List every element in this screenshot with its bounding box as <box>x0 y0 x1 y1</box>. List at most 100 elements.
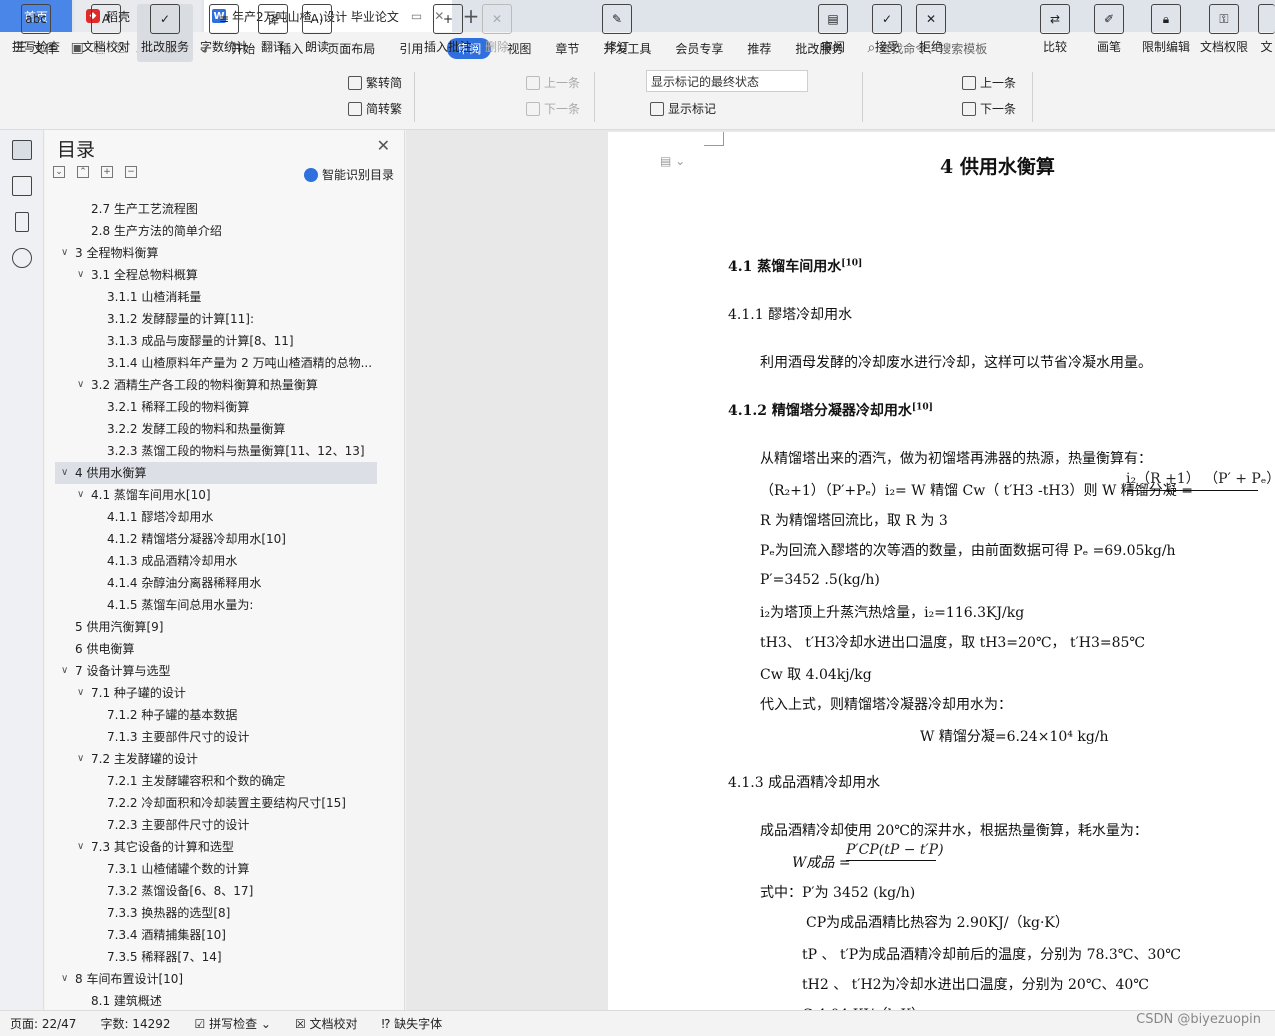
toc-item[interactable]: ∨ 7.3 其它设备的计算和选型 <box>55 836 377 858</box>
pen-button[interactable]: ✐ 画笔 <box>1094 4 1124 55</box>
menu-member[interactable]: 会员专享 <box>675 40 723 57</box>
paragraph-menu-icon[interactable]: ▤ ⌄ <box>660 154 685 168</box>
trad-to-simp-button[interactable]: 繁转简 <box>348 74 402 91</box>
add-heading-icon[interactable]: + <box>101 166 113 178</box>
toc-item[interactable]: 7.2.2 冷却面积和冷却装置主要结构尺寸[15] <box>55 792 377 814</box>
simp-to-trad-button[interactable]: 简转繁 <box>348 100 402 117</box>
toc-item[interactable]: 4.1.2 精馏塔分凝器冷却用水[10] <box>55 528 377 550</box>
toc-item[interactable]: 4.1.1 醪塔冷却用水 <box>55 506 377 528</box>
next-change-button[interactable]: 下一条 <box>962 100 1016 117</box>
correction-service-button[interactable]: ✓ 批改服务 <box>137 4 194 62</box>
toc-item-label: 3.2.3 蒸馏工段的物料与热量衡算[11、12、13] <box>107 444 365 458</box>
close-icon[interactable]: ✕ <box>377 136 390 155</box>
more-ribbon-button[interactable]: 文 <box>1258 4 1275 55</box>
markup-status-select[interactable]: 显示标记的最终状态 <box>646 70 808 92</box>
float-window-icon[interactable]: ▭ <box>411 9 422 23</box>
smart-toc-button[interactable]: 智能识别目录 <box>303 166 394 183</box>
translate-button[interactable]: 译翻译 <box>258 4 288 55</box>
chevron-down-icon[interactable]: ∨ <box>77 682 84 704</box>
expand-all-icon[interactable]: ⌄ <box>53 166 65 178</box>
word-count-button[interactable]: ≡ 字数统计 <box>200 4 248 55</box>
toc-item[interactable]: ∨ 4 供用水衡算 <box>55 462 377 484</box>
toc-item[interactable]: 3.1.2 发酵醪量的计算[11]: <box>55 308 377 330</box>
toc-item-label: 7.3.3 换热器的选型[8] <box>107 906 231 920</box>
page-indicator[interactable]: 页面: 22/47 <box>10 1015 76 1032</box>
toc-item[interactable]: 7.3.1 山楂储罐个数的计算 <box>55 858 377 880</box>
find-icon[interactable] <box>12 248 32 268</box>
menu-chapter[interactable]: 章节 <box>555 40 579 57</box>
toc-item[interactable]: ∨ 8 车间布置设计[10] <box>55 968 377 990</box>
toc-item[interactable]: 6 供电衡算 <box>55 638 377 660</box>
toc-item[interactable]: 4.1.3 成品酒精冷却用水 <box>55 550 377 572</box>
toc-item[interactable]: 8.1 建筑概述 <box>55 990 377 1010</box>
toc-item[interactable]: 2.7 生产工艺流程图 <box>55 198 377 220</box>
read-aloud-button[interactable]: A) 朗读 <box>302 4 332 55</box>
chapter-nav-icon[interactable] <box>12 176 32 196</box>
insert-comment-button[interactable]: + 插入批注 <box>424 4 472 55</box>
toc-item[interactable]: 3.2.3 蒸馏工段的物料与热量衡算[11、12、13] <box>55 440 377 462</box>
toc-item[interactable]: 7.3.3 换热器的选型[8] <box>55 902 377 924</box>
toc-item[interactable]: 3.1.1 山楂消耗量 <box>55 286 377 308</box>
chevron-down-icon[interactable]: ∨ <box>61 242 68 264</box>
toc-item[interactable]: 7.2.1 主发酵罐容积和个数的确定 <box>55 770 377 792</box>
toc-item-label: 7.2.1 主发酵罐容积和个数的确定 <box>107 774 286 788</box>
toc-item[interactable]: ∨ 3.2 酒精生产各工段的物料衡算和热量衡算 <box>55 374 377 396</box>
toc-item[interactable]: ∨ 4.1 蒸馏车间用水[10] <box>55 484 377 506</box>
doc-permission-button[interactable]: ⚿ 文档权限 <box>1200 4 1248 55</box>
toc-item[interactable]: 7.3.2 蒸馏设备[6、8、17] <box>55 880 377 902</box>
compare-button[interactable]: ⇄ 比较 <box>1040 4 1070 55</box>
word-count-indicator[interactable]: 字数: 14292 <box>100 1015 170 1032</box>
toc-item[interactable]: ∨ 7 设备计算与选型 <box>55 660 377 682</box>
toc-item-label: 4.1.3 成品酒精冷却用水 <box>107 554 238 568</box>
prev-change-button[interactable]: 上一条 <box>962 74 1016 91</box>
chevron-down-icon[interactable]: ∨ <box>77 484 84 506</box>
toc-item[interactable]: 3.2.2 发酵工段的物料和热量衡算 <box>55 418 377 440</box>
chevron-down-icon[interactable]: ∨ <box>77 264 84 286</box>
document-page[interactable]: ▤ ⌄ 4 供用水衡算 4.1 蒸馏车间用水[10] 4.1.1 醪塔冷却用水 … <box>608 132 1275 1012</box>
toc-item[interactable]: 3.1.3 成品与废醪量的计算[8、11] <box>55 330 377 352</box>
menu-reference[interactable]: 引用 <box>399 40 423 57</box>
toc-item[interactable]: ∨ 7.1 种子罐的设计 <box>55 682 377 704</box>
toc-item[interactable]: 7.3.4 酒精捕集器[10] <box>55 924 377 946</box>
proofread-button[interactable]: A 文档校对 <box>82 4 130 55</box>
toc-item[interactable]: 4.1.4 杂醇油分离器稀释用水 <box>55 572 377 594</box>
toc-item[interactable]: 3.1.4 山楂原料年产量为 2 万吨山楂酒精的总物... <box>55 352 377 374</box>
chevron-down-icon[interactable]: ∨ <box>61 462 68 484</box>
toc-item[interactable]: 2.8 生产方法的简单介绍 <box>55 220 377 242</box>
track-changes-button[interactable]: ✎ 修订 <box>602 4 632 55</box>
bookmark-icon[interactable] <box>15 212 29 232</box>
toc-item[interactable]: 7.3.5 稀释器[7、14] <box>55 946 377 968</box>
reject-button[interactable]: ✕ 拒绝 <box>916 4 946 55</box>
spell-check-status[interactable]: ☑ 拼写检查 ⌄ <box>195 1015 271 1032</box>
comment-plus-icon: + <box>433 4 463 34</box>
proofread-status[interactable]: ☒ 文档校对 <box>295 1015 358 1032</box>
chevron-down-icon[interactable]: ∨ <box>61 968 68 990</box>
toc-pane-icon[interactable] <box>12 140 32 160</box>
chevron-down-icon[interactable]: ∨ <box>77 748 84 770</box>
remove-heading-icon[interactable]: − <box>125 166 137 178</box>
toc-item[interactable]: ∨ 3.1 全程总物料概算 <box>55 264 377 286</box>
toc-item[interactable]: ∨ 3 全程物料衡算 <box>55 242 377 264</box>
toc-item[interactable]: 7.1.2 种子罐的基本数据 <box>55 704 377 726</box>
restrict-editing-button[interactable]: 🔒︎ 限制编辑 <box>1142 4 1190 55</box>
chevron-down-icon[interactable]: ∨ <box>77 836 84 858</box>
delete-comment-button[interactable]: ✕ 删除 <box>482 4 512 55</box>
toc-item[interactable]: ∨ 7.2 主发酵罐的设计 <box>55 748 377 770</box>
spell-check-button[interactable]: abc 拼写检查 <box>12 4 60 55</box>
accept-button[interactable]: ✓ 接受 <box>872 4 902 55</box>
menu-layout[interactable]: 页面布局 <box>327 40 375 57</box>
toc-item[interactable]: 7.2.3 主要部件尺寸的设计 <box>55 814 377 836</box>
toc-item[interactable]: 3.2.1 稀释工段的物料衡算 <box>55 396 377 418</box>
chevron-down-icon[interactable]: ∨ <box>61 660 68 682</box>
chevron-down-icon[interactable]: ∨ <box>77 374 84 396</box>
next-comment-button[interactable]: 下一条 <box>526 100 580 117</box>
toc-item[interactable]: 5 供用汽衡算[9] <box>55 616 377 638</box>
collapse-all-icon[interactable]: ⌃ <box>77 166 89 178</box>
missing-font-status[interactable]: ⁉ 缺失字体 <box>382 1015 443 1032</box>
toc-item[interactable]: 4.1.5 蒸馏车间总用水量为: <box>55 594 377 616</box>
prev-comment-button[interactable]: 上一条 <box>526 74 580 91</box>
menu-recommend[interactable]: 推荐 <box>747 40 771 57</box>
show-markup-button[interactable]: 显示标记 <box>650 100 716 117</box>
toc-item[interactable]: 7.1.3 主要部件尺寸的设计 <box>55 726 377 748</box>
review-pane-button[interactable]: ▤ 审阅 <box>818 4 848 55</box>
